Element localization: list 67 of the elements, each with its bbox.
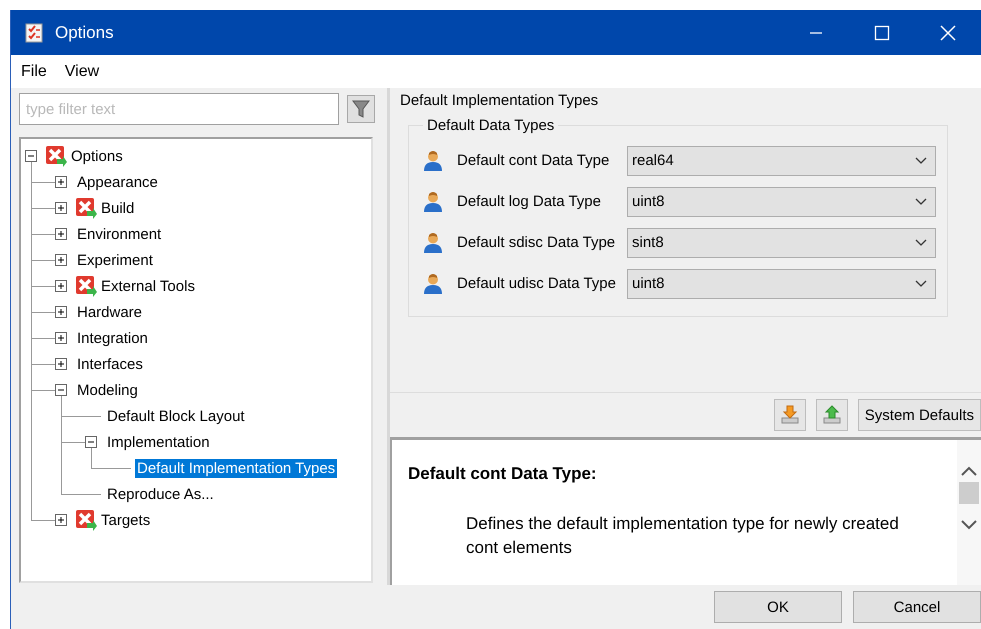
ok-button[interactable]: OK [714,591,842,623]
chevron-icon [915,198,927,206]
menu-item[interactable]: View [64,62,100,80]
group-title: Default Data Types [426,117,556,134]
tree-item[interactable]: Targets [99,510,152,530]
field-label: Default cont Data Type [457,152,610,169]
window-title: Options [55,22,115,42]
system-defaults-button[interactable]: System Defaults [858,399,981,431]
tree-item[interactable]: Default Block Layout [105,406,247,426]
user-icon [423,150,443,172]
arrow-down-icon [778,404,801,426]
expand-icon[interactable] [55,202,67,214]
maximize-icon[interactable] [873,24,891,42]
dropdown[interactable]: uint8 [627,268,936,298]
expand-icon[interactable] [55,176,67,188]
filter-button[interactable] [347,95,375,123]
cancel-button[interactable]: Cancel [853,591,981,623]
tree-item[interactable]: Modeling [75,380,140,400]
menu-item[interactable]: File [21,62,47,80]
expand-icon[interactable] [55,254,67,266]
user-icon [423,190,443,212]
tree-item[interactable]: Options [69,146,125,166]
arrow-up-icon [820,404,843,426]
collapse-icon[interactable] [25,150,37,162]
tree-item[interactable]: Appearance [75,172,160,192]
close-icon[interactable] [939,24,957,42]
field-label: Default sdisc Data Type [457,234,616,251]
tree-item[interactable]: Experiment [75,250,155,270]
expand-icon[interactable] [55,280,67,292]
tree-item[interactable]: Implementation [105,432,212,452]
expand-icon[interactable] [55,228,67,240]
field-label: Default udisc Data Type [457,275,617,292]
checklist-icon [25,22,43,42]
tree-item[interactable]: Reproduce As... [105,484,216,504]
scroll-down-icon[interactable] [961,520,977,530]
tree-item[interactable]: Interfaces [75,354,145,374]
scrollbar[interactable] [957,440,981,585]
tree-item[interactable]: Integration [75,328,150,348]
export-button[interactable] [816,399,848,431]
user-icon [423,272,443,294]
import-button[interactable] [774,399,806,431]
collapse-icon[interactable] [55,384,67,396]
tree-item[interactable]: Environment [75,224,164,244]
user-icon [423,232,443,254]
tree-item[interactable]: Hardware [75,302,144,322]
help-title: Default cont Data Type: [408,464,598,484]
help-text: Defines the default implementation type for newly created cont elements [466,513,900,559]
dropdown[interactable]: sint8 [627,228,936,258]
chevron-icon [915,238,927,246]
expand-icon[interactable] [55,306,67,318]
expand-icon[interactable] [55,358,67,370]
section-title: Default Implementation Types [400,92,600,109]
tree-item[interactable]: External Tools [99,276,197,296]
scroll-up-icon[interactable] [961,466,977,476]
dropdown[interactable]: uint8 [627,186,936,216]
dropdown[interactable]: real64 [627,146,936,176]
collapse-icon[interactable] [85,436,97,448]
filter-field[interactable]: type filter text [19,93,339,125]
chevron-icon [915,156,927,164]
funnel-icon [352,99,370,119]
tree-item[interactable]: Build [99,198,136,218]
field-label: Default log Data Type [457,193,602,210]
expand-icon[interactable] [55,514,67,526]
expand-icon[interactable] [55,332,67,344]
chevron-icon [915,280,927,288]
tree-item[interactable]: Default Implementation Types [135,458,338,478]
scroll-thumb[interactable] [959,482,979,504]
